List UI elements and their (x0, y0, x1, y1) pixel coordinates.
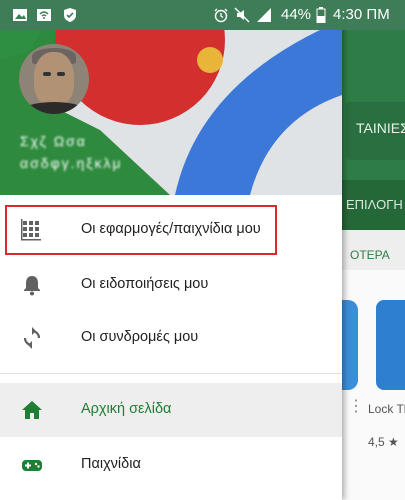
menu-item-label: Οι ειδοποιήσεις μου (81, 276, 209, 292)
image-icon (13, 9, 27, 21)
app-title: Lock Thief (368, 402, 405, 416)
account-name: Σχζ Ωσα (20, 133, 87, 149)
menu-item-label: Παιχνίδια (81, 456, 141, 472)
highlight-box (5, 205, 277, 255)
home-icon (22, 401, 42, 419)
menu-item-label: Αρχική σελίδα (81, 401, 172, 417)
signal-icon (257, 8, 271, 22)
battery-icon (316, 7, 326, 23)
editors-choice-tab[interactable]: ΕΠΙΛΟΓΗ Σ (342, 180, 405, 230)
section-title: ΟΤΕΡΑ (350, 248, 390, 262)
movies-chip[interactable]: ΤΑΙΝΙΕΣ (346, 102, 405, 160)
gamepad-icon (22, 460, 42, 471)
refresh-icon (23, 327, 41, 349)
clock: 4:30 ΠΜ (333, 6, 390, 23)
battery-level: 44% (281, 6, 312, 23)
menu-item-games[interactable]: Παιχνίδια (0, 438, 342, 492)
status-bar: 44% 4:30 ΠΜ (0, 0, 405, 30)
menu-item-label: Οι συνδρομές μου (81, 329, 199, 345)
background-app: ΤΑΙΝΙΕΣ ΕΠΙΛΟΓΗ Σ ΟΤΕΡΑ ⋮ Lock Thief 4,5… (342, 30, 405, 500)
menu-item-home[interactable]: Αρχική σελίδα (0, 383, 342, 437)
alarm-icon (214, 8, 228, 23)
app-thumbnail (376, 300, 405, 390)
app-rating: 4,5 ★ (368, 435, 399, 449)
menu-divider (0, 373, 342, 374)
avatar[interactable] (19, 44, 89, 114)
mute-icon (234, 7, 250, 23)
account-email: ασδφγ.ηξκλμ (20, 155, 123, 171)
app-thumbnail (342, 300, 358, 390)
bell-icon (24, 276, 40, 296)
shield-icon (64, 8, 76, 22)
navigation-drawer: Σχζ Ωσα ασδφγ.ηξκλμ Οι εφαρμογές/παιχνίδ… (0, 0, 342, 500)
more-options-icon[interactable]: ⋮ (348, 396, 364, 416)
menu-item-subscriptions[interactable]: Οι συνδρομές μου (0, 311, 342, 365)
wifi-icon (37, 9, 51, 21)
menu-item-notifications[interactable]: Οι ειδοποιήσεις μου (0, 258, 342, 312)
app-card[interactable]: ⋮ Lock Thief 4,5 ★ (342, 270, 405, 500)
